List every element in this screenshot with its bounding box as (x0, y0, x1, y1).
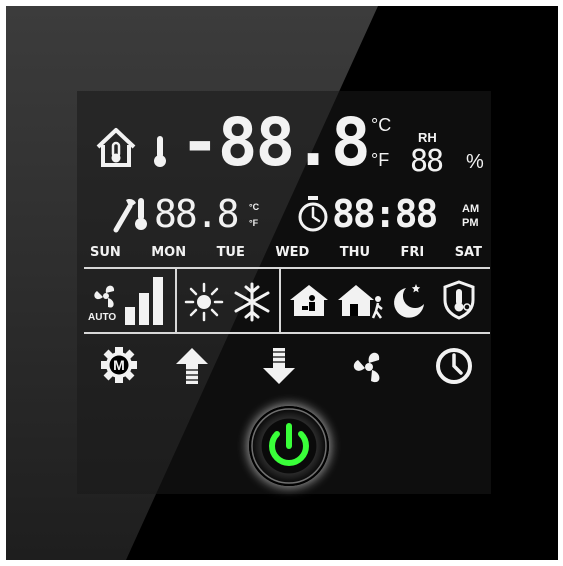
frost-protect-icon (443, 280, 475, 320)
day-thu: THU (339, 245, 371, 260)
clock-readout: 88:88 (332, 192, 438, 236)
unit-fahrenheit: °F (371, 150, 390, 170)
am-indicator: AM (462, 203, 480, 215)
divider-left (175, 268, 177, 332)
snowflake-cooling-icon (234, 282, 270, 322)
night-mode-icon (394, 284, 424, 318)
divider-bottom (84, 332, 490, 334)
power-icon (251, 408, 327, 484)
divider-right (279, 268, 281, 332)
day-wed: WED (275, 245, 310, 260)
down-arrow-button[interactable] (261, 346, 297, 386)
thermostat-panel: -88.8 °C °F RH 88 % 88.8 °C °F 88:88 AM … (6, 6, 558, 560)
sun-heating-icon (184, 282, 224, 322)
set-unit-fahrenheit: °F (249, 218, 259, 228)
set-unit-celsius: °C (249, 202, 260, 212)
humidity-label: RH (418, 130, 437, 145)
fan-speed-bars-icon (125, 277, 163, 325)
fan-auto-label: AUTO (88, 312, 117, 323)
away-icon (338, 285, 383, 319)
svg-text:M: M (113, 357, 125, 373)
pm-indicator: PM (462, 217, 479, 229)
set-temperature-readout: 88.8 (154, 192, 240, 236)
up-arrow-button[interactable] (174, 346, 210, 386)
fan-button[interactable] (349, 348, 389, 386)
mode-m-button[interactable]: M (100, 346, 138, 384)
thermometer-icon (154, 136, 166, 167)
wrench-thermometer-icon (113, 198, 147, 233)
timer-icon (298, 196, 328, 232)
house-thermometer-icon (96, 128, 136, 167)
unit-celsius: °C (371, 115, 392, 135)
room-temperature-readout: -88.8 (180, 104, 371, 181)
fan-auto-icon (94, 285, 115, 308)
home-occupied-icon (290, 285, 328, 316)
day-sun: SUN (90, 245, 121, 260)
weekday-row: SUN MON TUE WED THU FRI SAT (90, 245, 482, 260)
humidity-value: 88 (410, 144, 444, 179)
day-fri: FRI (400, 245, 425, 260)
clock-button[interactable] (434, 346, 474, 386)
power-button[interactable] (249, 406, 329, 486)
day-tue: TUE (216, 245, 245, 260)
day-mon: MON (151, 245, 187, 260)
day-sat: SAT (454, 245, 482, 260)
divider-top (84, 267, 490, 269)
humidity-unit: % (466, 151, 484, 173)
